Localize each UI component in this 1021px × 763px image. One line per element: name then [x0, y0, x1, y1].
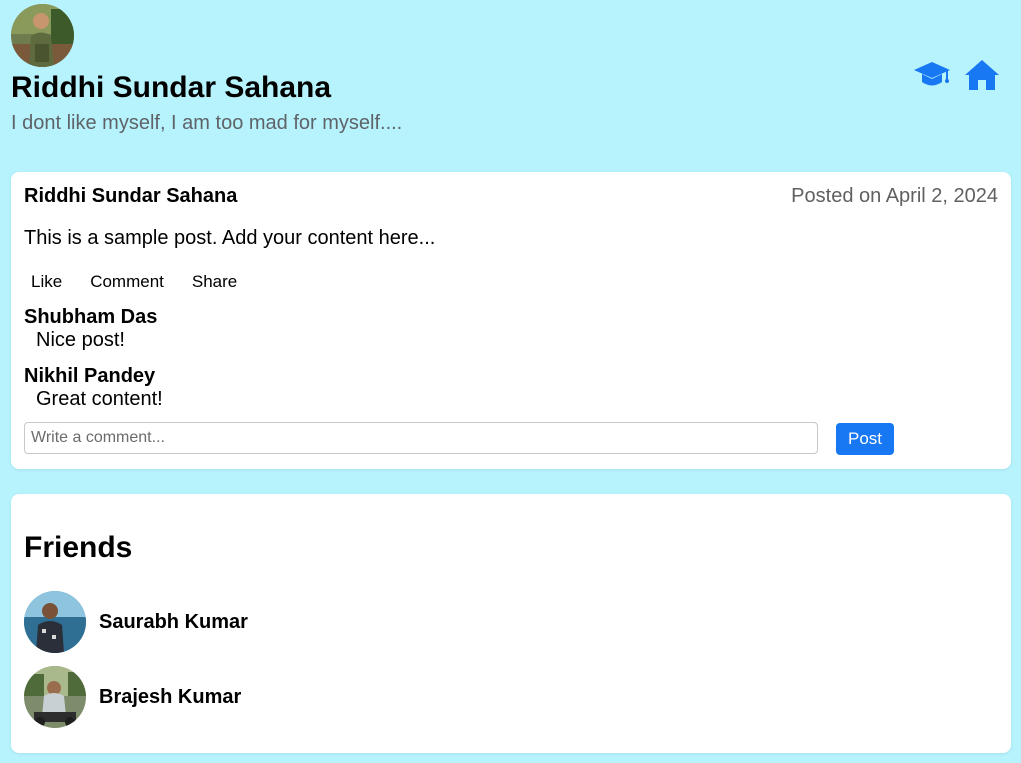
profile-page: Riddhi Sundar Sahana I dont like myself,…	[0, 0, 1021, 763]
post-card: Riddhi Sundar Sahana Posted on April 2, …	[11, 172, 1011, 469]
friend-name[interactable]: Brajesh Kumar	[99, 686, 241, 709]
friend-avatar[interactable]	[24, 591, 86, 653]
profile-avatar[interactable]	[11, 4, 74, 67]
profile-photo	[11, 4, 74, 67]
friend-item[interactable]: Saurabh Kumar	[24, 591, 248, 653]
top-nav	[913, 58, 1001, 92]
comment-text: Great content!	[36, 388, 163, 410]
comment-button[interactable]: Comment	[83, 270, 171, 294]
post-date: Posted on April 2, 2024	[791, 185, 998, 207]
like-button[interactable]: Like	[24, 270, 69, 294]
friend-photo	[24, 591, 86, 653]
friend-item[interactable]: Brajesh Kumar	[24, 666, 241, 728]
friend-avatar[interactable]	[24, 666, 86, 728]
friend-photo	[24, 666, 86, 728]
comment-author[interactable]: Shubham Das	[24, 306, 157, 328]
post-author[interactable]: Riddhi Sundar Sahana	[24, 184, 237, 208]
post-actions: Like Comment Share	[24, 270, 258, 294]
friend-name[interactable]: Saurabh Kumar	[99, 611, 248, 634]
comment-item: Shubham Das Nice post!	[24, 306, 157, 352]
friends-card: Friends Saurabh Kumar Brajesh Kumar	[11, 494, 1011, 753]
comment-text: Nice post!	[36, 329, 125, 351]
post-content: This is a sample post. Add your content …	[24, 227, 436, 249]
comment-item: Nikhil Pandey Great content!	[24, 365, 163, 411]
comment-input[interactable]	[24, 422, 818, 454]
post-comment-button[interactable]: Post	[836, 423, 894, 455]
home-icon[interactable]	[963, 58, 1001, 92]
share-button[interactable]: Share	[185, 270, 244, 294]
comment-author[interactable]: Nikhil Pandey	[24, 365, 163, 387]
profile-name: Riddhi Sundar Sahana	[11, 71, 332, 104]
friends-title: Friends	[24, 531, 133, 564]
graduation-cap-icon[interactable]	[913, 58, 951, 92]
profile-bio: I dont like myself, I am too mad for mys…	[11, 112, 403, 134]
